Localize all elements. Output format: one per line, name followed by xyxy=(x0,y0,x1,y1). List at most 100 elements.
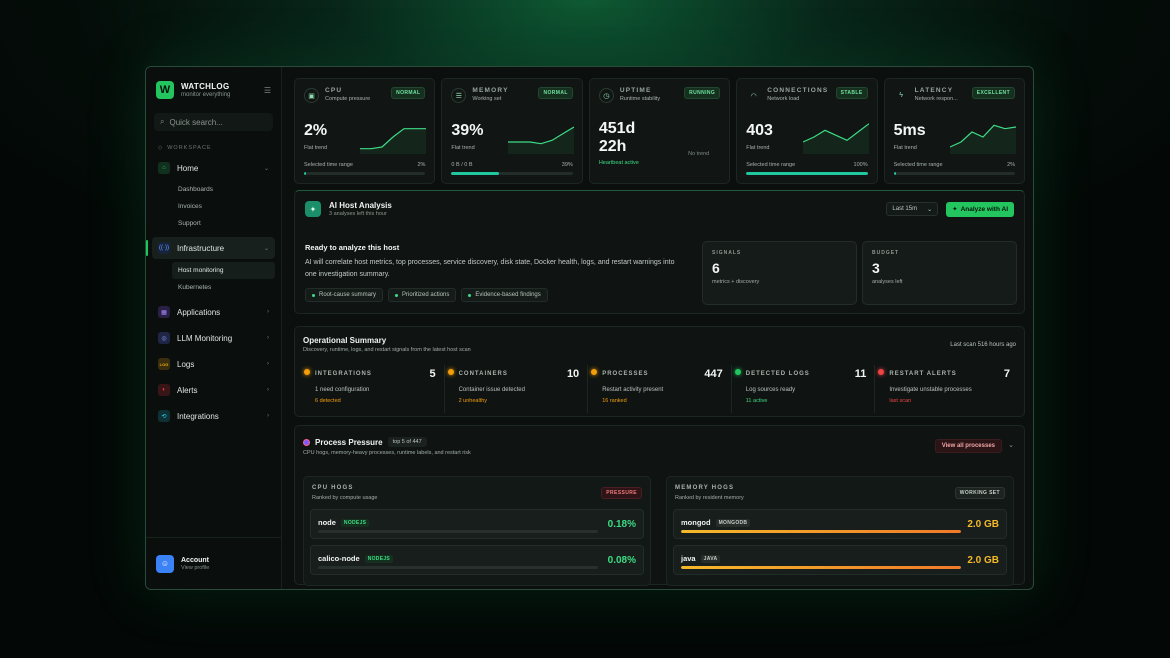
operational-summary: Operational Summary Discovery, runtime, … xyxy=(294,326,1025,417)
workspace-icon: ◇ xyxy=(158,145,164,151)
uptime-days: 451d xyxy=(598,120,636,137)
ai-host-analysis-panel: ✦ AI Host Analysis 3 analyses left this … xyxy=(294,190,1025,314)
status-badge: RUNNING xyxy=(684,87,721,99)
range-value: 2% xyxy=(417,162,426,168)
sidebar-subitem-kubernetes[interactable]: Kubernetes xyxy=(146,279,281,296)
ops-subtitle: Discovery, runtime, logs, and restart si… xyxy=(303,347,471,353)
chevron-down-icon[interactable]: ⌄ xyxy=(1008,441,1014,449)
chat-icon: ◎ xyxy=(158,332,170,344)
sparkle-icon: ✦ xyxy=(952,206,958,213)
signals-box: SIGNALS 6 metrics + discovery xyxy=(702,241,857,305)
chevron-right-icon: › xyxy=(267,387,269,393)
ops-cell-integrations[interactable]: INTEGRATIONS 5 1 need configuration 6 de… xyxy=(301,365,445,413)
sidebar-subitem-support[interactable]: Support xyxy=(146,215,281,232)
ai-description: AI will correlate host metrics, top proc… xyxy=(305,259,675,278)
status-dot xyxy=(734,369,741,375)
ops-cell-restart-alerts[interactable]: RESTART ALERTS 7 Investigate unstable pr… xyxy=(875,365,1018,413)
memory-hogs-card: MEMORY HOGS Ranked by resident memory WO… xyxy=(666,476,1014,586)
sidebar-item-label: Integrations xyxy=(177,411,219,421)
ops-cell-containers[interactable]: CONTAINERS 10 Container issue detected 2… xyxy=(445,365,589,413)
ai-title: AI Host Analysis xyxy=(329,201,392,210)
no-trend-note: No trend xyxy=(688,151,710,157)
process-row[interactable]: mongod MONGODB 2.0 GB xyxy=(673,509,1007,539)
analyze-with-ai-button[interactable]: ✦ Analyze with AI xyxy=(946,201,1014,217)
time-range-value: Last 15m xyxy=(892,206,918,212)
account-subtitle: View profile xyxy=(181,564,210,571)
chevron-right-icon: › xyxy=(267,335,269,341)
metric-card-cpu[interactable]: ▣ CPU Compute pressure NORMAL 2% Flat tr… xyxy=(294,78,436,184)
metric-cards: ▣ CPU Compute pressure NORMAL 2% Flat tr… xyxy=(294,78,1026,184)
metric-value: 403 xyxy=(746,122,773,139)
metric-value: 39% xyxy=(451,122,484,139)
view-all-processes-button[interactable]: View all processes xyxy=(934,439,1002,453)
sidebar-item-logs[interactable]: LOG Logs › xyxy=(152,353,275,375)
sidebar-item-label: Alerts xyxy=(177,385,198,395)
chevron-right-icon: › xyxy=(267,413,269,419)
sidebar-item-home[interactable]: ⌂ Home ⌄ xyxy=(152,157,275,179)
process-row[interactable]: node NODEJS 0.18% xyxy=(310,509,644,539)
metric-trend: Flat trend xyxy=(451,145,475,151)
metric-card-latency[interactable]: ϟ LATENCY Network respon... EXCELLENT 5m… xyxy=(883,78,1026,184)
app-window: W WATCHLOG monitor everything ☰ ⌕ ◇ WORK… xyxy=(145,66,1034,590)
clock-icon: ◷ xyxy=(598,88,614,103)
sidebar: W WATCHLOG monitor everything ☰ ⌕ ◇ WORK… xyxy=(146,67,282,589)
sidebar-collapse-icon[interactable]: ☰ xyxy=(264,86,271,95)
uptime-hours: 22h xyxy=(598,138,627,155)
sidebar-subitem-dashboards[interactable]: Dashboards xyxy=(146,181,281,198)
range-value: 2% xyxy=(1007,162,1016,168)
metric-value: 451d 22h xyxy=(599,120,635,156)
ops-cell-processes[interactable]: PROCESSES 447 Restart activity present 1… xyxy=(588,365,732,413)
apps-icon: ▦ xyxy=(158,306,170,318)
search-icon: ⌕ xyxy=(160,117,165,126)
metric-sub: Working set xyxy=(472,96,502,102)
ai-subtitle: 3 analyses left this hour xyxy=(329,211,387,217)
chevron-down-icon: ⌄ xyxy=(263,165,269,172)
process-row[interactable]: java JAVA 2.0 GB xyxy=(673,545,1007,575)
budget-box: BUDGET 3 analyses left xyxy=(862,241,1017,305)
time-range-select[interactable]: Last 15m ⌄ xyxy=(886,202,939,216)
status-badge: EXCELLENT xyxy=(971,87,1016,99)
metric-name: LATENCY xyxy=(914,87,954,94)
metric-card-memory[interactable]: ☰ MEMORY Working set NORMAL 39% Flat tre… xyxy=(441,78,583,184)
sidebar-item-alerts[interactable]: ◐ Alerts › xyxy=(152,379,275,401)
sidebar-item-infrastructure[interactable]: ((·)) Infrastructure ⌄ xyxy=(146,237,275,259)
chevron-right-icon: › xyxy=(267,361,269,367)
status-badge: WORKING SET xyxy=(954,487,1005,499)
sidebar-item-label: LLM Monitoring xyxy=(177,333,233,343)
process-row[interactable]: calico-node NODEJS 0.08% xyxy=(310,545,644,575)
metric-card-uptime[interactable]: ◷ UPTIME Runtime stability RUNNING 451d … xyxy=(588,78,731,184)
progress-bar xyxy=(746,172,868,175)
home-icon: ⌂ xyxy=(158,162,170,174)
logs-icon: LOG xyxy=(158,358,170,370)
metric-name: CPU xyxy=(325,87,343,94)
range-label: Selected time range xyxy=(746,162,796,168)
brand[interactable]: W WATCHLOG monitor everything ☰ xyxy=(146,67,281,109)
search-input[interactable] xyxy=(169,117,265,127)
metric-trend: Flat trend xyxy=(893,145,917,151)
pressure-dot-icon xyxy=(303,438,310,446)
status-dot xyxy=(591,369,598,375)
pp-count-badge: top 5 of 447 xyxy=(387,437,427,447)
account-menu[interactable]: ☺ Account View profile xyxy=(146,537,281,589)
chevron-right-icon: › xyxy=(267,309,269,315)
metric-name: CONNECTIONS xyxy=(767,87,829,94)
sidebar-item-integrations[interactable]: ⟲ Integrations › xyxy=(152,405,275,427)
ops-cell-detected-logs[interactable]: DETECTED LOGS 11 Log sources ready 11 ac… xyxy=(732,365,876,413)
sidebar-item-applications[interactable]: ▦ Applications › xyxy=(152,301,275,323)
metric-card-connections[interactable]: ◠ CONNECTIONS Network load STABLE 403 Fl… xyxy=(736,78,878,184)
bell-icon: ◐ xyxy=(158,384,170,396)
ai-ready-title: Ready to analyze this host xyxy=(305,243,400,252)
search-box[interactable]: ⌕ xyxy=(154,113,273,131)
sidebar-subitem-host-monitoring[interactable]: Host monitoring xyxy=(172,262,275,279)
chevron-down-icon: ⌄ xyxy=(927,206,933,213)
status-badge: NORMAL xyxy=(538,87,573,99)
wifi-icon: ◠ xyxy=(750,92,757,100)
sidebar-item-label: Infrastructure xyxy=(177,243,225,253)
status-badge: STABLE xyxy=(835,87,868,99)
status-dot xyxy=(447,369,454,375)
sidebar-subitem-invoices[interactable]: Invoices xyxy=(146,198,281,215)
range-label: 0 B / 0 B xyxy=(451,162,473,168)
account-title: Account xyxy=(181,556,209,564)
sidebar-item-llm-monitoring[interactable]: ◎ LLM Monitoring › xyxy=(152,327,275,349)
ops-title: Operational Summary xyxy=(303,336,387,345)
